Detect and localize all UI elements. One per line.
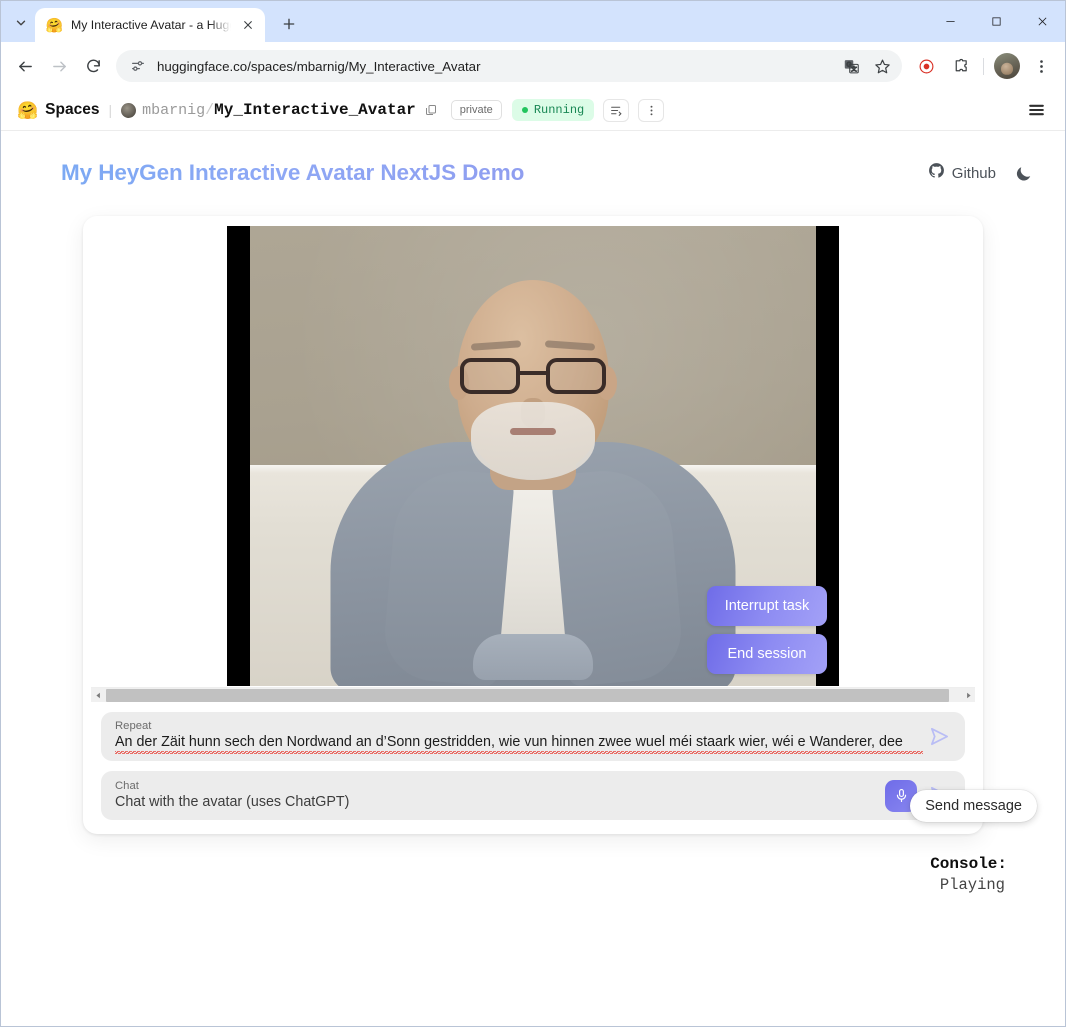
repeat-input[interactable]: An der Zäit hunn sech den Nordwand an d’… bbox=[115, 733, 923, 754]
github-icon bbox=[928, 162, 945, 184]
glasses-icon bbox=[460, 358, 606, 396]
site-settings-icon[interactable] bbox=[129, 57, 147, 75]
repeat-label: Repeat bbox=[115, 720, 152, 733]
profile-avatar[interactable] bbox=[994, 53, 1020, 79]
console-section: Console: Playing bbox=[1, 855, 1065, 894]
header-divider: | bbox=[108, 102, 113, 118]
huggingface-favicon: 🤗 bbox=[45, 17, 64, 33]
maximize-icon[interactable] bbox=[973, 1, 1019, 42]
breadcrumb-slash: / bbox=[205, 101, 215, 119]
mouth bbox=[510, 428, 556, 435]
video-controls: Interrupt task End session bbox=[707, 586, 827, 674]
close-window-icon[interactable] bbox=[1019, 1, 1065, 42]
chat-input[interactable]: Chat with the avatar (uses ChatGPT) bbox=[115, 793, 885, 812]
new-tab-button[interactable] bbox=[275, 10, 303, 38]
console-value: Playing bbox=[939, 876, 1005, 894]
lens-left bbox=[460, 358, 520, 394]
repeat-send-button[interactable] bbox=[923, 721, 955, 753]
toolbar-divider bbox=[983, 57, 984, 75]
hamburger-menu-icon[interactable] bbox=[1023, 97, 1049, 123]
eyebrow-left bbox=[470, 340, 522, 351]
star-icon[interactable] bbox=[868, 52, 896, 80]
status-badge: Running bbox=[511, 99, 595, 121]
scroll-left-arrow-icon[interactable] bbox=[91, 692, 105, 699]
github-label: Github bbox=[951, 164, 996, 182]
horizontal-scrollbar[interactable] bbox=[91, 687, 975, 702]
status-text: Running bbox=[533, 103, 585, 117]
url-text: huggingface.co/spaces/mbarnig/My_Interac… bbox=[157, 58, 481, 74]
huggingface-header: 🤗 Spaces | mbarnig / My_Interactive_Avat… bbox=[1, 90, 1065, 131]
forward-arrow-icon[interactable] bbox=[43, 50, 75, 82]
translate-icon[interactable]: G文 bbox=[837, 52, 865, 80]
app-header-actions: Github bbox=[928, 162, 1033, 184]
glasses-bridge bbox=[518, 371, 548, 375]
extensions-puzzle-icon[interactable] bbox=[944, 50, 976, 82]
browser-window: 🤗 My Interactive Avatar - a Hugg hugging… bbox=[0, 0, 1066, 1027]
window-controls bbox=[927, 1, 1065, 42]
visibility-badge: private bbox=[450, 100, 502, 120]
status-dot-icon bbox=[521, 107, 528, 113]
tab-search-icon[interactable] bbox=[7, 9, 35, 37]
page-content: 🤗 Spaces | mbarnig / My_Interactive_Avat… bbox=[1, 90, 1065, 1026]
avatar-video[interactable]: Interrupt task End session bbox=[227, 226, 839, 686]
minimize-icon[interactable] bbox=[927, 1, 973, 42]
app-header: My HeyGen Interactive Avatar NextJS Demo… bbox=[1, 131, 1065, 193]
owner-avatar bbox=[121, 102, 137, 118]
lens-right bbox=[546, 358, 606, 394]
head bbox=[449, 280, 617, 480]
toolbar-actions bbox=[910, 50, 1057, 82]
interrupt-task-button[interactable]: Interrupt task bbox=[707, 586, 827, 626]
more-options-icon[interactable] bbox=[638, 98, 665, 122]
repo-name[interactable]: My_Interactive_Avatar bbox=[214, 101, 416, 119]
scrollbar-thumb[interactable] bbox=[106, 688, 950, 702]
eyebrow-right bbox=[544, 340, 596, 351]
browser-toolbar: huggingface.co/spaces/mbarnig/My_Interac… bbox=[1, 42, 1065, 90]
chat-label: Chat bbox=[115, 780, 139, 793]
console-label: Console: bbox=[930, 855, 1007, 873]
address-bar[interactable]: huggingface.co/spaces/mbarnig/My_Interac… bbox=[116, 50, 902, 82]
owner-name[interactable]: mbarnig bbox=[142, 102, 205, 119]
avatar-card: Interrupt task End session Repeat An der… bbox=[83, 216, 983, 834]
folded-hands bbox=[473, 634, 593, 680]
reload-icon[interactable] bbox=[77, 50, 109, 82]
scroll-right-arrow-icon[interactable] bbox=[961, 692, 975, 699]
chat-field[interactable]: Chat Chat with the avatar (uses ChatGPT) bbox=[101, 771, 965, 820]
theme-toggle-button[interactable] bbox=[1014, 164, 1033, 183]
huggingface-logo: 🤗 bbox=[17, 100, 39, 120]
close-icon[interactable] bbox=[239, 16, 257, 34]
scrollbar-track[interactable] bbox=[105, 688, 961, 702]
github-link[interactable]: Github bbox=[928, 162, 996, 184]
end-session-button[interactable]: End session bbox=[707, 634, 827, 674]
repeat-field[interactable]: Repeat An der Zäit hunn sech den Nordwan… bbox=[101, 712, 965, 761]
microphone-icon bbox=[896, 788, 906, 803]
video-area: Interrupt task End session bbox=[83, 216, 983, 686]
send-message-tooltip: Send message bbox=[910, 790, 1037, 822]
logs-icon[interactable] bbox=[603, 98, 630, 122]
kebab-menu-icon[interactable] bbox=[1025, 50, 1057, 82]
input-section: Repeat An der Zäit hunn sech den Nordwan… bbox=[83, 702, 983, 820]
tab-title: My Interactive Avatar - a Hugg bbox=[71, 18, 231, 32]
copy-icon[interactable] bbox=[425, 104, 437, 116]
send-icon bbox=[930, 727, 948, 746]
avatar-person bbox=[318, 226, 748, 686]
spaces-label[interactable]: Spaces bbox=[45, 101, 99, 119]
moon-icon bbox=[1016, 166, 1031, 181]
beard bbox=[471, 402, 595, 480]
page-title: My HeyGen Interactive Avatar NextJS Demo bbox=[61, 160, 525, 185]
record-icon[interactable] bbox=[910, 50, 942, 82]
back-arrow-icon[interactable] bbox=[9, 50, 41, 82]
tab-strip: 🤗 My Interactive Avatar - a Hugg bbox=[1, 1, 1065, 42]
browser-tab[interactable]: 🤗 My Interactive Avatar - a Hugg bbox=[35, 8, 265, 42]
